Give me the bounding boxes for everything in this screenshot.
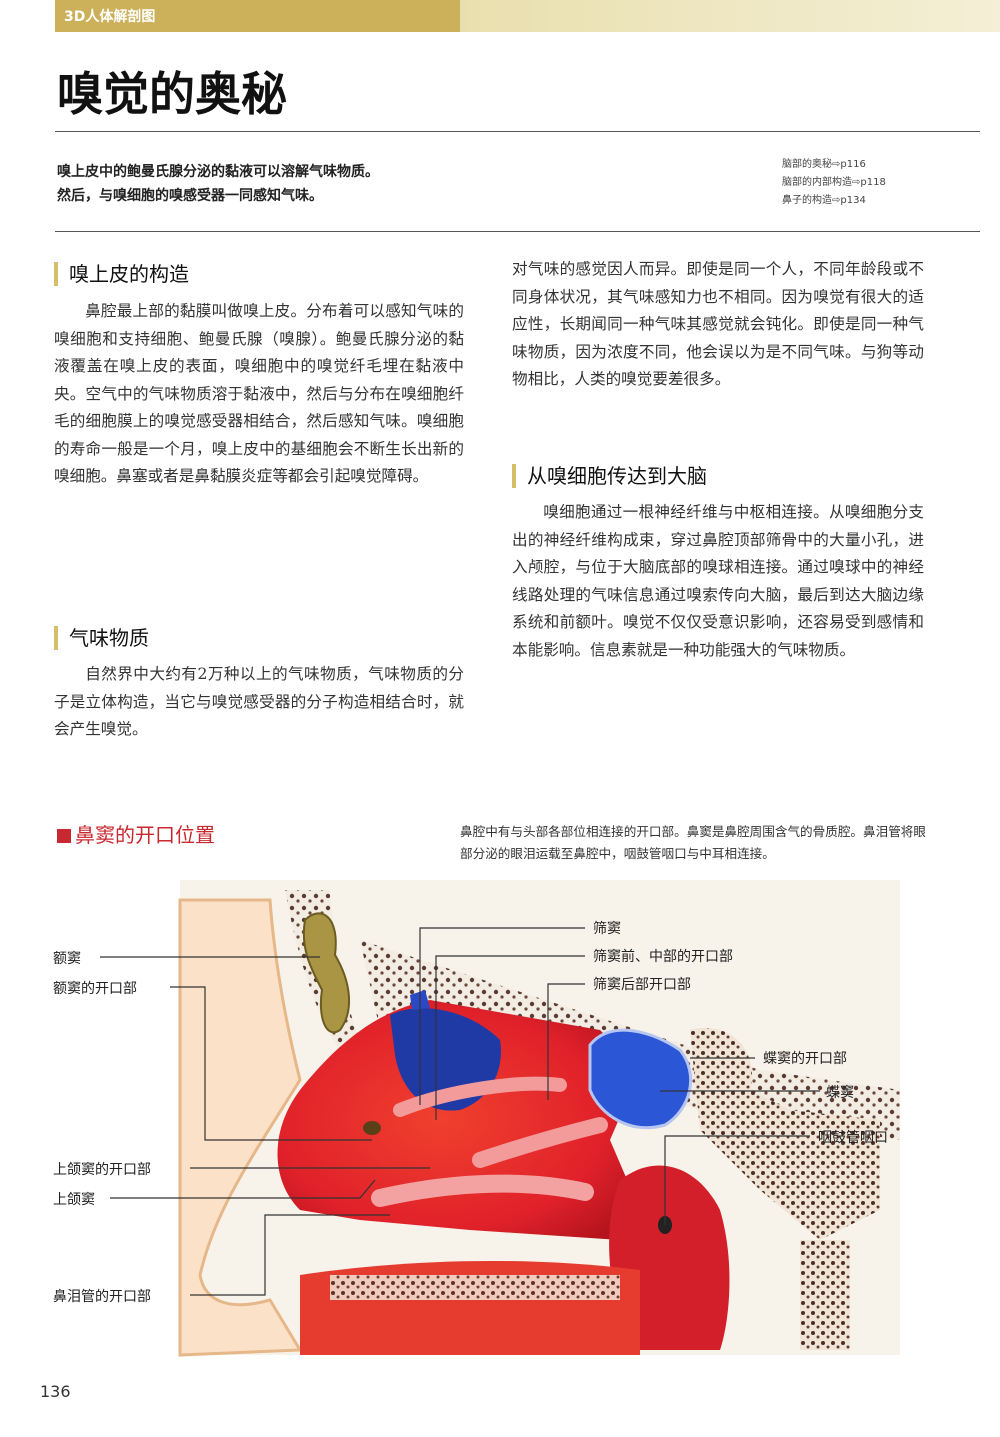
section-text-odor-substances: 自然界中大约有2万种以上的气味物质，气味物质的分子是立体构造，当它与嗅觉感受器的…	[54, 661, 464, 744]
ref-link[interactable]: 鼻子的构造⇨p134	[782, 192, 886, 210]
frontal-opening-marker	[363, 1121, 381, 1135]
ref-link[interactable]: 脑部的奥秘⇨p116	[782, 156, 886, 174]
square-bullet-icon	[57, 829, 71, 843]
figure-title-text: 鼻窦的开口位置	[75, 823, 215, 847]
paragraph: 自然界中大约有2万种以上的气味物质，气味物质的分子是立体构造，当它与嗅觉感受器的…	[54, 665, 464, 738]
header-band-fade	[460, 0, 1000, 32]
paragraph: 嗅细胞通过一根神经纤维与中枢相连接。从嗅细胞分支出的神经纤维构成束，穿过鼻腔顶部…	[512, 503, 924, 659]
label-maxillary-sinus: 上颌窦	[53, 1192, 95, 1208]
label-eustachian-opening: 咽鼓管咽口	[818, 1130, 888, 1146]
section-heading-odor-substances: 气味物质	[54, 626, 149, 650]
label-maxillary-opening: 上颌窦的开口部	[53, 1162, 151, 1178]
section-heading-olfactory-epithelium: 嗅上皮的构造	[54, 262, 189, 286]
summary-line-2: 然后，与嗅细胞的嗅感受器一同感知气味。	[57, 188, 323, 204]
label-sphenoid-sinus: 蝶窦	[826, 1085, 854, 1101]
page-number: 136	[40, 1382, 71, 1401]
section-heading-signal-to-brain: 从嗅细胞传达到大脑	[512, 464, 707, 488]
figure-caption: 鼻腔中有与头部各部位相连接的开口部。鼻窦是鼻腔周围含气的骨质腔。鼻泪管将眼部分泌…	[460, 824, 926, 861]
label-frontal-opening: 额窦的开口部	[53, 981, 137, 997]
page-title: 嗅觉的奥秘	[57, 67, 287, 121]
paragraph: 鼻腔最上部的黏膜叫做嗅上皮。分布着可以感知气味的嗅细胞和支持细胞、鲍曼氏腺（嗅腺…	[54, 302, 464, 485]
hard-palate	[330, 1275, 620, 1300]
label-nasolacrimal-opening: 鼻泪管的开口部	[53, 1289, 151, 1305]
title-divider	[55, 131, 980, 132]
section-text-signal-to-brain: 嗅细胞通过一根神经纤维与中枢相连接。从嗅细胞分支出的神经纤维构成束，穿过鼻腔顶部…	[512, 499, 924, 664]
cross-references: 脑部的奥秘⇨p116 脑部的内部构造⇨p118 鼻子的构造⇨p134	[782, 156, 886, 210]
label-sphenoid-opening: 蝶窦的开口部	[763, 1051, 847, 1067]
label-ethmoid-post-opening: 筛窦后部开口部	[593, 977, 691, 993]
label-ethmoid-sinus: 筛窦	[593, 921, 621, 937]
summary-divider	[55, 231, 980, 232]
label-frontal-sinus: 额窦	[53, 951, 81, 967]
ref-link[interactable]: 脑部的内部构造⇨p118	[782, 174, 886, 192]
cervical-bone	[800, 1240, 850, 1350]
summary: 嗅上皮中的鲍曼氏腺分泌的黏液可以溶解气味物质。 然后，与嗅细胞的嗅感受器一同感知…	[57, 160, 379, 208]
label-ethmoid-ant-mid-opening: 筛窦前、中部的开口部	[593, 949, 733, 965]
figure-title: 鼻窦的开口位置	[57, 819, 215, 848]
series-label: 3D人体解剖图	[64, 9, 156, 25]
paragraph: 对气味的感觉因人而异。即使是同一个人，不同年龄段或不同身体状况，其气味感知力也不…	[512, 260, 924, 388]
summary-line-1: 嗅上皮中的鲍曼氏腺分泌的黏液可以溶解气味物质。	[57, 164, 379, 180]
section-text-olfactory-epithelium: 鼻腔最上部的黏膜叫做嗅上皮。分布着可以感知气味的嗅细胞和支持细胞、鲍曼氏腺（嗅腺…	[54, 298, 464, 491]
section-text-odor-continued: 对气味的感觉因人而异。即使是同一个人，不同年龄段或不同身体状况，其气味感知力也不…	[512, 256, 924, 394]
